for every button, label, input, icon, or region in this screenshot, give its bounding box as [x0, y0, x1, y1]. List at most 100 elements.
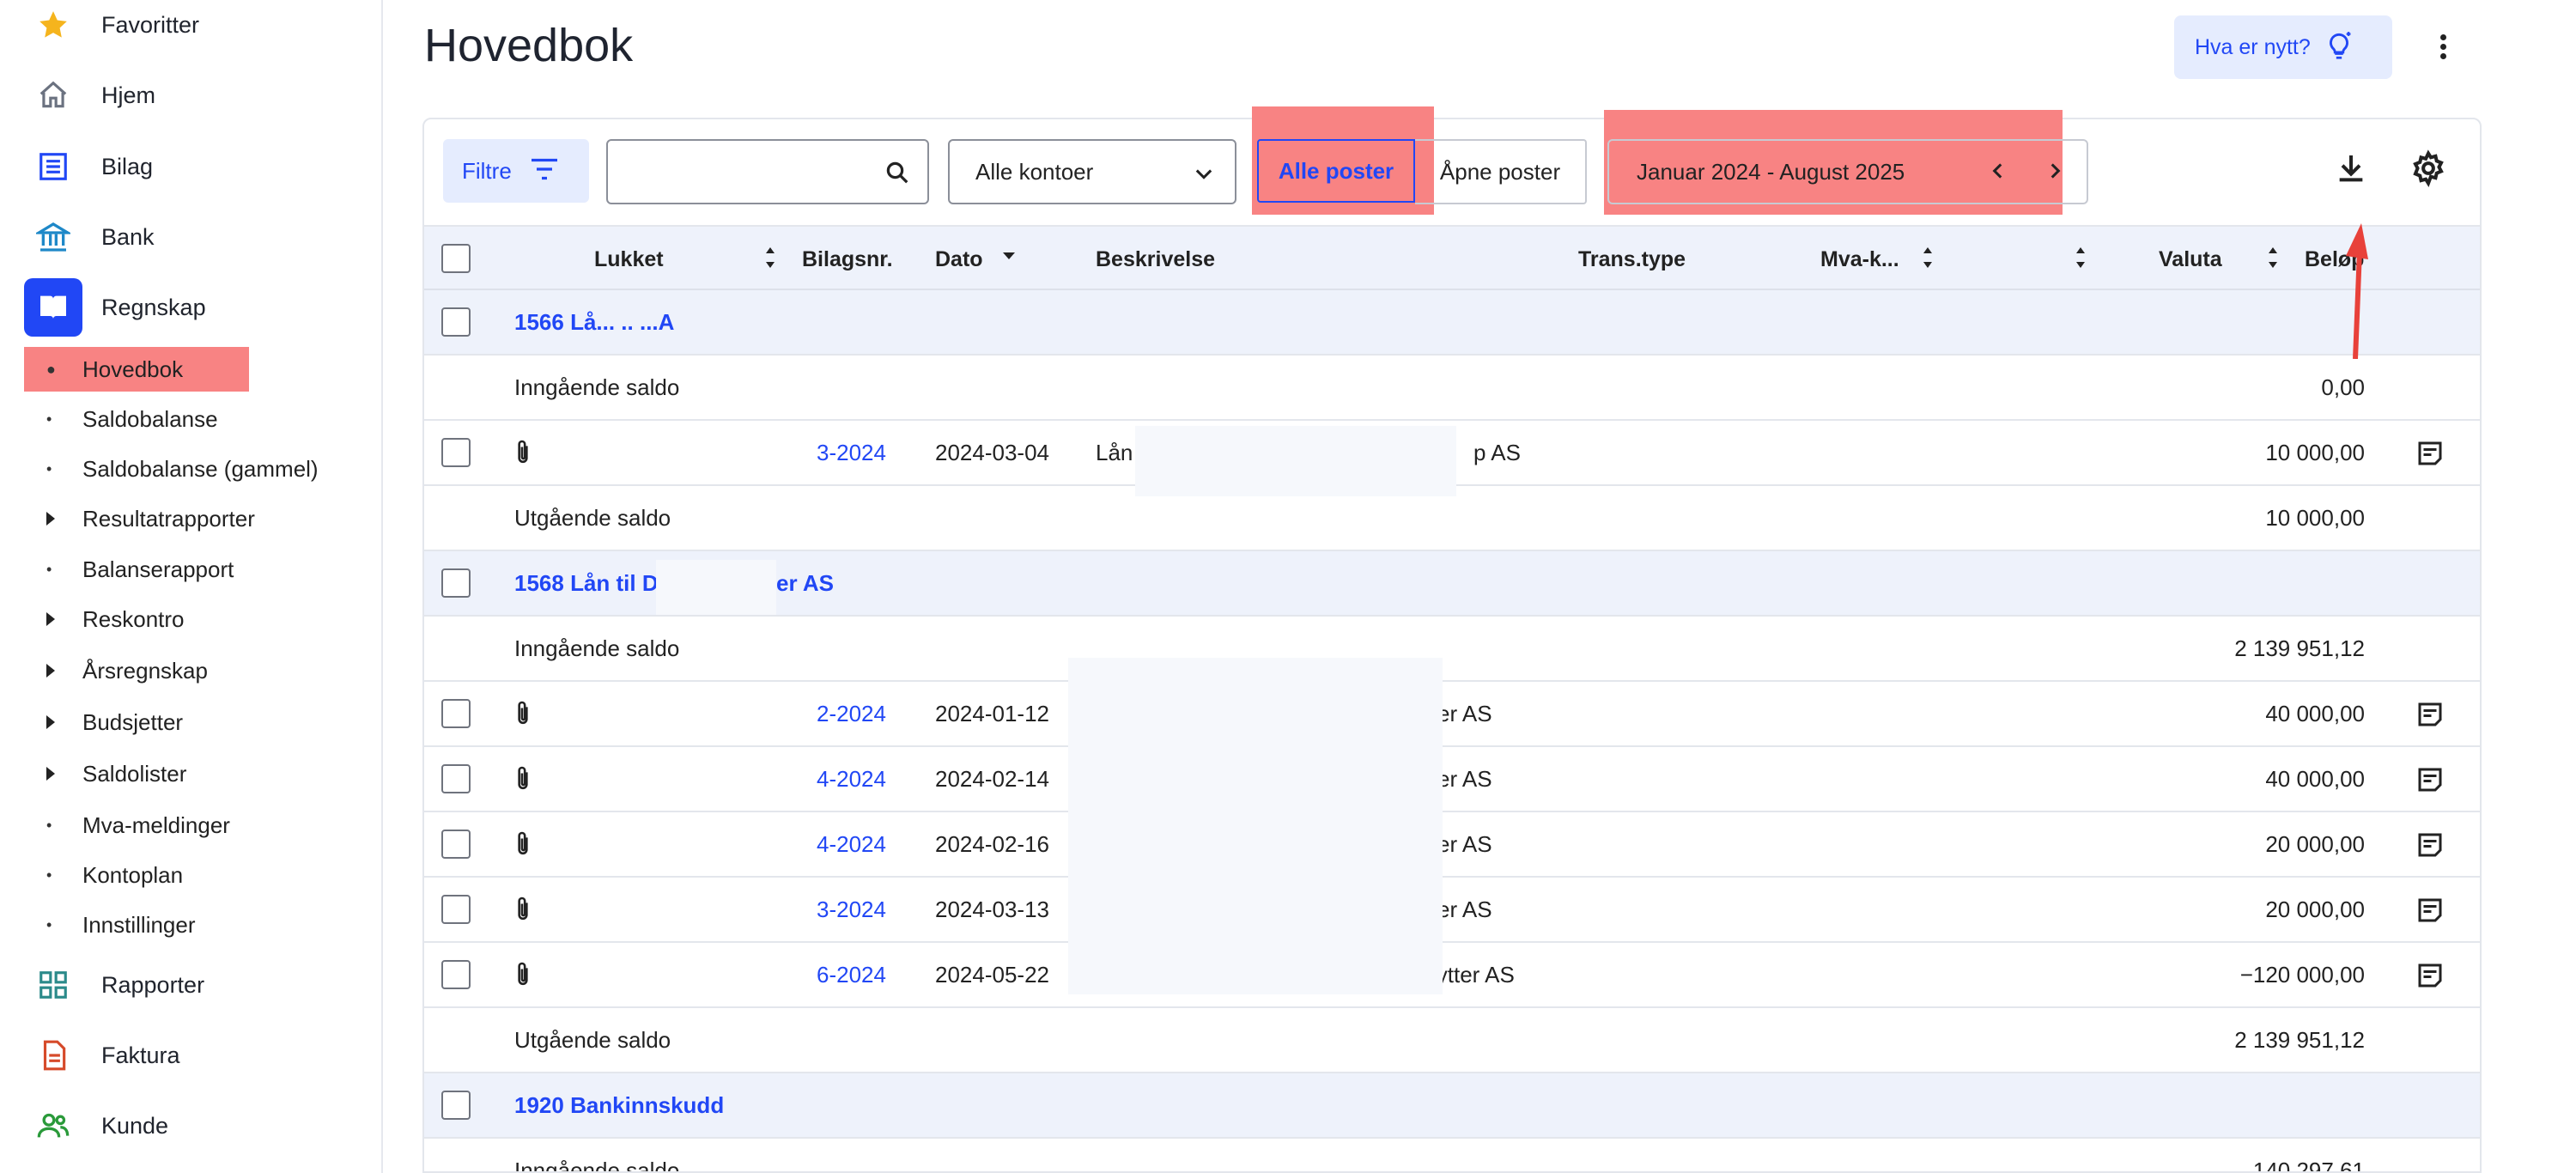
note-icon[interactable]: [2415, 438, 2445, 473]
date-range-picker[interactable]: Januar 2024 - August 2025: [1607, 139, 2088, 204]
sidebar-subitem-mva-meldinger[interactable]: • Mva-meldinger: [24, 803, 247, 848]
row-amount: 40 000,00: [2265, 701, 2365, 726]
sidebar-subitem-saldolister[interactable]: Saldolister: [24, 751, 247, 796]
column-header-date[interactable]: Dato: [935, 247, 983, 272]
sidebar-item-favoritter[interactable]: Favoritter: [0, 0, 383, 55]
all-posts-button[interactable]: Alle poster: [1257, 139, 1415, 203]
account-group-label[interactable]: 1568 Lån til D: [514, 570, 659, 597]
voucher-link[interactable]: 4-2024: [817, 831, 886, 858]
chevron-left-icon[interactable]: [1987, 160, 2009, 186]
note-icon[interactable]: [2415, 699, 2445, 734]
paperclip-icon[interactable]: [512, 830, 534, 863]
paperclip-icon[interactable]: [512, 764, 534, 798]
table-row[interactable]: 4-2024 2024-02-14 er AS 40 000,00: [424, 747, 2480, 812]
sidebar-item-hjem[interactable]: Hjem: [0, 65, 383, 125]
note-icon[interactable]: [2415, 960, 2445, 995]
voucher-link[interactable]: 3-2024: [817, 896, 886, 923]
sidebar-item-rapporter[interactable]: Rapporter: [0, 955, 383, 1015]
row-date: 2024-02-14: [935, 766, 1049, 792]
chevron-right-icon[interactable]: [2044, 160, 2066, 186]
paperclip-icon[interactable]: [512, 699, 534, 732]
table-row[interactable]: 3-2024 2024-03-13 er AS 20 000,00: [424, 878, 2480, 943]
whats-new-label: Hva er nytt?: [2195, 34, 2311, 59]
note-icon[interactable]: [2415, 830, 2445, 865]
voucher-link[interactable]: 4-2024: [817, 766, 886, 793]
voucher-link[interactable]: 3-2024: [817, 440, 886, 466]
account-select[interactable]: Alle kontoer: [948, 139, 1236, 204]
sort-icon[interactable]: [764, 242, 776, 273]
sidebar-subitem-balanserapport[interactable]: • Balanserapport: [24, 547, 247, 592]
table-row[interactable]: 6-2024 2024-05-22 Hytter AS −120 000,00: [424, 943, 2480, 1008]
paperclip-icon[interactable]: [512, 960, 534, 994]
account-group-row[interactable]: 1566 Lå... .. ...A: [424, 290, 2480, 356]
lightbulb-icon: [2323, 29, 2355, 66]
column-header-currency[interactable]: Valuta: [2159, 247, 2222, 272]
sidebar-subitem-resultatrapporter[interactable]: Resultatrapporter: [24, 496, 255, 541]
note-icon[interactable]: [2415, 895, 2445, 930]
redaction-block: [1135, 426, 1456, 496]
filter-button[interactable]: Filtre: [443, 139, 589, 203]
opening-balance-row: Inngående saldo 0,00: [424, 356, 2480, 421]
sort-desc-icon[interactable]: [1003, 252, 1015, 259]
sidebar-subitem-innstillinger[interactable]: • Innstillinger: [24, 903, 247, 947]
whats-new-button[interactable]: Hva er nytt?: [2174, 15, 2392, 79]
row-checkbox[interactable]: [441, 895, 471, 924]
balance-amount: 2 139 951,12: [2234, 1027, 2365, 1053]
sidebar-subitem-saldobalanse-gammel[interactable]: • Saldobalanse (gammel): [24, 447, 319, 491]
book-icon: [24, 278, 82, 337]
sidebar-item-label: Kunde: [101, 1112, 169, 1139]
column-header-vat[interactable]: Mva-k...: [1820, 247, 1899, 272]
row-checkbox[interactable]: [441, 568, 471, 598]
row-checkbox[interactable]: [441, 960, 471, 989]
more-menu-icon[interactable]: [2430, 31, 2456, 65]
download-icon[interactable]: [2334, 151, 2368, 190]
sidebar-item-bilag[interactable]: Bilag: [0, 137, 383, 197]
sidebar-item-kunde[interactable]: Kunde: [0, 1096, 383, 1156]
account-group-row[interactable]: 1920 Bankinnskudd: [424, 1073, 2480, 1139]
paperclip-icon[interactable]: [512, 895, 534, 928]
row-checkbox[interactable]: [441, 307, 471, 337]
column-header-description[interactable]: Beskrivelse: [1096, 247, 1215, 272]
annotation-arrow-icon: [2346, 223, 2368, 359]
sidebar-item-regnskap[interactable]: Regnskap: [0, 277, 383, 337]
caret-right-icon: [46, 767, 55, 781]
sort-icon[interactable]: [1922, 242, 1934, 273]
sidebar-subitem-budsjetter[interactable]: Budsjetter: [24, 700, 247, 745]
column-header-trans-type[interactable]: Trans.type: [1578, 247, 1686, 272]
row-date: 2024-03-13: [935, 896, 1049, 922]
select-all-checkbox[interactable]: [441, 244, 471, 273]
note-icon[interactable]: [2415, 764, 2445, 799]
row-checkbox[interactable]: [441, 1091, 471, 1120]
table-row[interactable]: 4-2024 2024-02-16 er AS 20 000,00: [424, 812, 2480, 878]
row-checkbox[interactable]: [441, 830, 471, 859]
open-posts-button[interactable]: Åpne poster: [1415, 139, 1587, 204]
sidebar-subitem-kontoplan[interactable]: • Kontoplan: [24, 853, 247, 897]
account-group-label[interactable]: 1566 Lå... .. ...A: [514, 309, 674, 336]
users-icon: [33, 1105, 74, 1146]
sidebar-subitem-saldobalanse[interactable]: • Saldobalanse: [24, 397, 247, 441]
column-header-voucher[interactable]: Bilagsnr.: [802, 247, 893, 272]
sort-icon[interactable]: [2267, 242, 2279, 273]
account-group-label-end[interactable]: er AS: [776, 570, 834, 597]
sidebar-subitem-arsregnskap[interactable]: Årsregnskap: [24, 648, 247, 693]
voucher-link[interactable]: 2-2024: [817, 701, 886, 727]
sidebar-subitem-label: Mva-meldinger: [82, 811, 230, 838]
sidebar-subitem-reskontro[interactable]: Reskontro: [24, 597, 247, 641]
account-group-label[interactable]: 1920 Bankinnskudd: [514, 1092, 724, 1119]
sidebar-item-label: Favoritter: [101, 11, 200, 38]
sidebar-subitem-hovedbok[interactable]: ● Hovedbok: [24, 347, 249, 392]
sidebar-subitem-label: Saldolister: [82, 760, 187, 787]
sidebar-subitem-label: Innstillinger: [82, 911, 196, 938]
sidebar-item-faktura[interactable]: Faktura: [0, 1025, 383, 1085]
row-checkbox[interactable]: [441, 438, 471, 467]
paperclip-icon[interactable]: [512, 438, 534, 471]
table-row[interactable]: 2-2024 2024-01-12 er AS 40 000,00: [424, 682, 2480, 747]
column-header-closed[interactable]: Lukket: [594, 247, 664, 272]
sidebar-item-bank[interactable]: Bank: [0, 207, 383, 267]
row-checkbox[interactable]: [441, 699, 471, 728]
row-checkbox[interactable]: [441, 764, 471, 793]
voucher-link[interactable]: 6-2024: [817, 962, 886, 988]
gear-icon[interactable]: [2409, 149, 2447, 191]
search-input[interactable]: [606, 139, 929, 204]
sort-icon[interactable]: [2075, 242, 2087, 273]
